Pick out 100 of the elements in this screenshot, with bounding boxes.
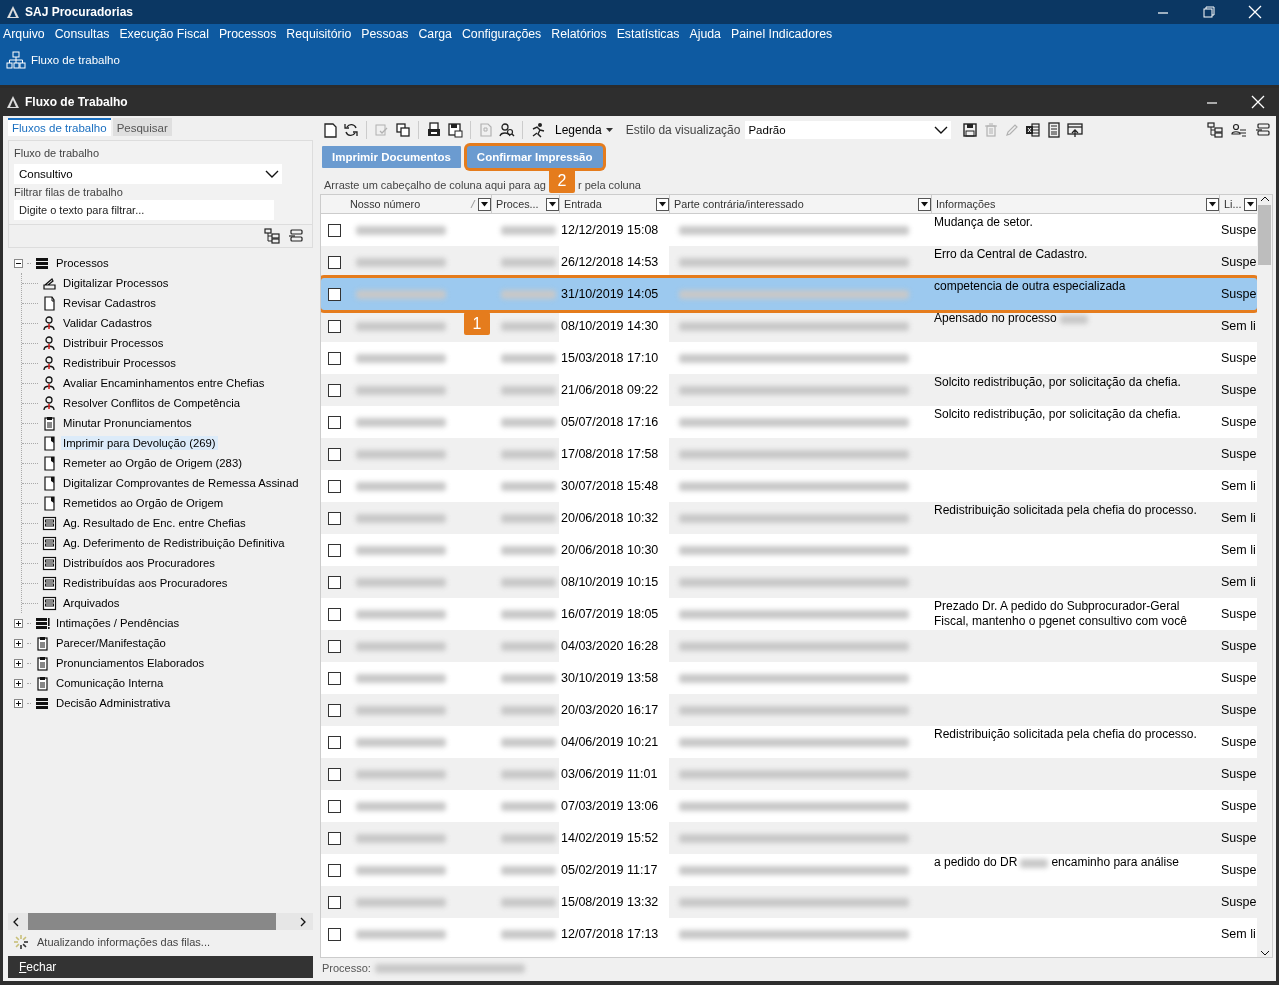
tree-item[interactable]: Redistribuir Processos bbox=[61, 356, 178, 370]
column-header[interactable]: Parte contrária/interessado bbox=[674, 198, 804, 210]
column-header[interactable]: Proces... bbox=[496, 198, 539, 210]
tree-item[interactable]: Ag. Resultado de Enc. entre Chefias bbox=[61, 516, 248, 530]
table-row[interactable]: 04/06/2019 10:21 Redistribuição solicitada pela chefia do processo. Suspe bbox=[321, 726, 1257, 758]
tree-item[interactable]: Digitalizar Comprovantes de Remessa Assinad bbox=[61, 476, 301, 490]
table-row[interactable]: 08/10/2019 10:15 Sem li bbox=[321, 566, 1257, 598]
tree-item[interactable]: Remeter ao Orgão de Origem (283) bbox=[61, 456, 244, 470]
table-row[interactable]: 14/02/2019 15:52 Suspe bbox=[321, 822, 1257, 854]
row-checkbox[interactable] bbox=[328, 255, 341, 269]
refresh-icon[interactable] bbox=[343, 122, 359, 138]
menu-item[interactable]: Estatísticas bbox=[616, 27, 680, 41]
table-row[interactable]: 20/06/2018 10:32 Redistribuição solicitada pela chefia do processo. Sem li bbox=[321, 502, 1257, 534]
row-checkbox[interactable] bbox=[328, 447, 341, 461]
tree-item[interactable]: Pronunciamentos Elaborados bbox=[54, 656, 207, 670]
table-row[interactable]: 17/08/2018 17:58 Suspe bbox=[321, 438, 1257, 470]
row-checkbox[interactable] bbox=[328, 287, 341, 301]
table-row[interactable]: 26/12/2018 14:53 Erro da Central de Cadastro. Suspe bbox=[321, 246, 1257, 278]
tab[interactable]: Pesquisar bbox=[112, 118, 172, 136]
tab[interactable]: Fluxos de trabalho bbox=[8, 118, 111, 136]
tree-item[interactable]: Revisar Cadastros bbox=[61, 296, 158, 310]
table-row[interactable]: 30/07/2018 15:48 Sem li bbox=[321, 470, 1257, 502]
table-row[interactable]: 03/06/2019 11:01 Suspe bbox=[321, 758, 1257, 790]
column-header[interactable]: Li... bbox=[1224, 198, 1242, 210]
row-checkbox[interactable] bbox=[328, 895, 341, 909]
document-icon[interactable] bbox=[322, 122, 338, 138]
row-checkbox[interactable] bbox=[328, 543, 341, 557]
menu-item[interactable]: Relatórios bbox=[551, 27, 607, 41]
table-row[interactable]: 20/06/2018 10:30 Sem li bbox=[321, 534, 1257, 566]
tree-item[interactable]: Parecer/Manifestação bbox=[54, 636, 168, 650]
menu-item[interactable]: Consultas bbox=[54, 27, 110, 41]
row-checkbox[interactable] bbox=[328, 383, 341, 397]
users-icon[interactable] bbox=[1231, 122, 1247, 138]
row-checkbox[interactable] bbox=[328, 511, 341, 525]
tree-item[interactable]: Validar Cadastros bbox=[61, 316, 154, 330]
tree-item[interactable]: Remetidos ao Orgão de Origem bbox=[61, 496, 226, 510]
row-checkbox[interactable] bbox=[328, 831, 341, 845]
tree-item[interactable]: Redistribuídas aos Procuradores bbox=[61, 576, 230, 590]
tree-item[interactable]: Digitalizar Processos bbox=[61, 276, 171, 290]
table-row[interactable]: 12/12/2019 15:08 Mudança de setor. Suspe bbox=[321, 214, 1257, 246]
save-document-icon[interactable] bbox=[447, 122, 463, 138]
row-checkbox[interactable] bbox=[328, 703, 341, 717]
row-checkbox[interactable] bbox=[328, 351, 341, 365]
column-header[interactable]: Informações bbox=[936, 198, 996, 210]
tree-item[interactable]: Intimações / Pendências bbox=[54, 616, 182, 630]
running-person-icon[interactable] bbox=[530, 122, 546, 138]
tree-item[interactable]: Arquivados bbox=[61, 596, 122, 610]
close-button[interactable]: Fechar bbox=[8, 956, 313, 978]
table-row[interactable]: 12/07/2018 17:13 Sem li bbox=[321, 918, 1257, 950]
row-checkbox[interactable] bbox=[328, 223, 341, 237]
workflow-dropdown[interactable]: Consultivo bbox=[14, 164, 282, 184]
menu-item[interactable]: Arquivo bbox=[3, 27, 45, 41]
table-row[interactable]: 15/03/2018 17:10 Suspe bbox=[321, 342, 1257, 374]
tree-item[interactable]: Distribuir Processos bbox=[61, 336, 166, 350]
menu-item[interactable]: Execução Fiscal bbox=[119, 27, 209, 41]
row-checkbox[interactable] bbox=[328, 607, 341, 621]
tree-item[interactable]: Ag. Deferimento de Redistribuição Definitiva bbox=[61, 536, 287, 550]
copy-icon[interactable] bbox=[395, 122, 411, 138]
row-checkbox[interactable] bbox=[328, 415, 341, 429]
tree-item[interactable]: Resolver Conflitos de Competência bbox=[61, 396, 243, 410]
row-checkbox[interactable] bbox=[328, 863, 341, 877]
collapse-icon[interactable] bbox=[1255, 122, 1271, 138]
column-header[interactable]: Entrada bbox=[564, 198, 602, 210]
tree-item[interactable]: Comunicação Interna bbox=[54, 676, 166, 690]
vertical-scrollbar[interactable] bbox=[1257, 195, 1272, 957]
save-icon[interactable] bbox=[962, 122, 979, 138]
row-checkbox[interactable] bbox=[328, 639, 341, 653]
legend-menu[interactable]: Legenda bbox=[555, 123, 602, 137]
quick-link[interactable]: Fluxo de trabalho bbox=[31, 54, 120, 66]
column-header[interactable]: Nosso número bbox=[350, 198, 421, 210]
window-export-icon[interactable] bbox=[1067, 122, 1084, 138]
table-row[interactable]: 05/02/2019 11:17 a pedido do DR encaminho para análise Suspe bbox=[321, 854, 1257, 886]
scrollbar-thumb[interactable] bbox=[1258, 205, 1271, 265]
print-document-icon[interactable] bbox=[426, 122, 442, 138]
row-checkbox[interactable] bbox=[328, 927, 341, 941]
menu-item[interactable]: Configurações bbox=[461, 27, 542, 41]
tree-item[interactable]: Imprimir para Devolução (269) bbox=[61, 436, 218, 450]
tree-item[interactable]: Decisão Administrativa bbox=[54, 696, 173, 710]
spreadsheet-icon[interactable] bbox=[1025, 122, 1042, 138]
filter-field[interactable]: Digite o texto para filtrar... bbox=[14, 200, 274, 220]
tree-item[interactable]: Processos bbox=[54, 256, 111, 270]
row-checkbox[interactable] bbox=[328, 799, 341, 813]
row-checkbox[interactable] bbox=[328, 767, 341, 781]
horizontal-scrollbar[interactable] bbox=[8, 913, 313, 930]
menu-item[interactable]: Requisitório bbox=[286, 27, 352, 41]
menu-item[interactable]: Painel Indicadores bbox=[730, 27, 833, 41]
tree-view-icon[interactable] bbox=[1207, 122, 1223, 138]
tree-item[interactable]: Avaliar Encaminhamentos entre Chefias bbox=[61, 376, 267, 390]
row-checkbox[interactable] bbox=[328, 479, 341, 493]
row-checkbox[interactable] bbox=[328, 319, 341, 333]
menu-item[interactable]: Ajuda bbox=[689, 27, 721, 41]
table-row[interactable]: 16/07/2019 18:05 Prezado Dr. A pedido do Subprocurador-Geral Fiscal, mantenho o pgenet consultivo com você Suspe bbox=[321, 598, 1257, 630]
table-row[interactable]: 05/07/2018 17:16 Solcito redistribução, por solicitação da chefia. Suspe bbox=[321, 406, 1257, 438]
menu-item[interactable]: Processos bbox=[218, 27, 277, 41]
table-row[interactable]: 21/06/2018 09:22 Solcito redistribução, por solicitação da chefia. Suspe bbox=[321, 374, 1257, 406]
table-row[interactable]: 15/08/2019 13:32 Suspe bbox=[321, 886, 1257, 918]
table-row[interactable]: 07/03/2019 13:06 Suspe bbox=[321, 790, 1257, 822]
row-checkbox[interactable] bbox=[328, 575, 341, 589]
row-checkbox[interactable] bbox=[328, 671, 341, 685]
table-row[interactable]: 30/10/2019 13:58 Suspe bbox=[321, 662, 1257, 694]
